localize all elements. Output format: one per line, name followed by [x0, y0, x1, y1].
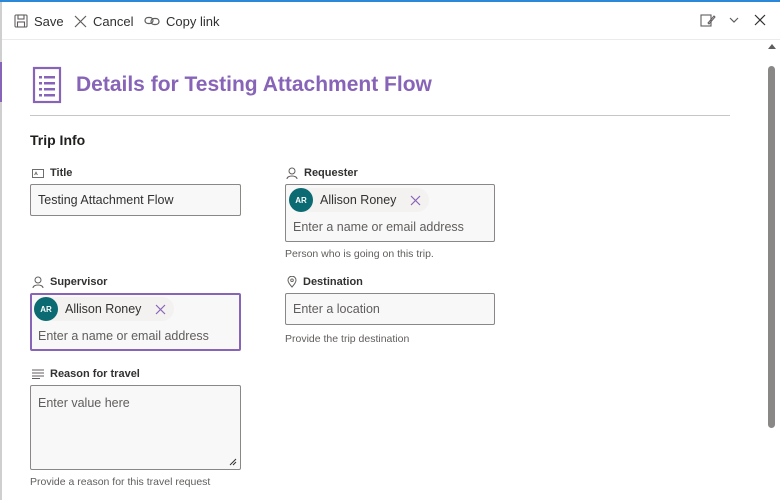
- edit-form-icon[interactable]: [700, 13, 716, 28]
- requester-label: Requester: [286, 167, 358, 179]
- text-field-icon: [32, 168, 44, 178]
- resize-grip-icon[interactable]: [229, 458, 237, 466]
- title-label: Title: [32, 167, 72, 179]
- requester-people-picker[interactable]: AR Allison Roney Enter a name or email a…: [285, 184, 495, 242]
- title-input[interactable]: Testing Attachment Flow: [30, 184, 241, 216]
- requester-label-text: Requester: [304, 167, 358, 179]
- remove-person-button[interactable]: [410, 195, 421, 206]
- location-pin-icon: [287, 276, 297, 288]
- persona-name: Allison Roney: [65, 302, 142, 316]
- left-accent-bar: [0, 62, 2, 102]
- scrollbar-thumb[interactable]: [768, 66, 775, 428]
- reason-label-text: Reason for travel: [50, 368, 140, 380]
- destination-label-text: Destination: [303, 276, 363, 288]
- person-icon: [32, 276, 44, 288]
- close-icon: [411, 195, 421, 205]
- requester-persona[interactable]: AR Allison Roney: [289, 188, 430, 212]
- copy-link-button[interactable]: Copy link: [144, 2, 219, 40]
- supervisor-input-placeholder[interactable]: Enter a name or email address: [38, 329, 209, 343]
- save-icon: [14, 14, 28, 28]
- form-document-icon: [32, 66, 62, 104]
- requester-input-placeholder[interactable]: Enter a name or email address: [293, 220, 464, 234]
- page-title: Details for Testing Attachment Flow: [76, 73, 432, 96]
- title-label-text: Title: [50, 167, 73, 179]
- destination-input[interactable]: Enter a location: [285, 293, 495, 325]
- close-icon: [74, 15, 87, 27]
- multiline-text-icon: [32, 369, 44, 379]
- supervisor-label-text: Supervisor: [50, 276, 108, 288]
- avatar: AR: [34, 297, 58, 321]
- reason-label: Reason for travel: [32, 368, 140, 380]
- remove-person-button[interactable]: [155, 304, 166, 315]
- scroll-up-arrow-icon[interactable]: [768, 43, 776, 49]
- requester-help-text: Person who is going on this trip.: [285, 248, 434, 260]
- reason-placeholder: Enter value here: [38, 396, 130, 410]
- supervisor-label: Supervisor: [32, 276, 107, 288]
- supervisor-persona[interactable]: AR Allison Roney: [34, 297, 175, 321]
- form-header: Details for Testing Attachment Flow: [30, 64, 730, 116]
- destination-label: Destination: [287, 276, 363, 288]
- title-input-value: Testing Attachment Flow: [38, 193, 174, 207]
- persona-name: Allison Roney: [320, 193, 397, 207]
- command-bar: Save Cancel Copy link: [2, 2, 780, 40]
- avatar: AR: [289, 188, 313, 212]
- reason-textarea[interactable]: Enter value here: [30, 385, 241, 470]
- cancel-button[interactable]: Cancel: [74, 2, 133, 40]
- supervisor-people-picker[interactable]: AR Allison Roney Enter a name or email a…: [30, 293, 241, 351]
- copy-link-label: Copy link: [166, 13, 220, 29]
- destination-placeholder: Enter a location: [293, 302, 380, 316]
- cancel-label: Cancel: [93, 13, 134, 29]
- person-icon: [286, 167, 298, 179]
- destination-help-text: Provide the trip destination: [285, 333, 410, 345]
- chevron-down-icon[interactable]: [729, 16, 739, 24]
- save-label: Save: [34, 13, 64, 29]
- link-icon: [144, 16, 160, 26]
- save-button[interactable]: Save: [14, 2, 64, 40]
- close-icon: [156, 304, 166, 314]
- section-title: Trip Info: [30, 132, 86, 148]
- close-panel-icon[interactable]: [754, 14, 766, 26]
- reason-help-text: Provide a reason for this travel request: [30, 476, 211, 488]
